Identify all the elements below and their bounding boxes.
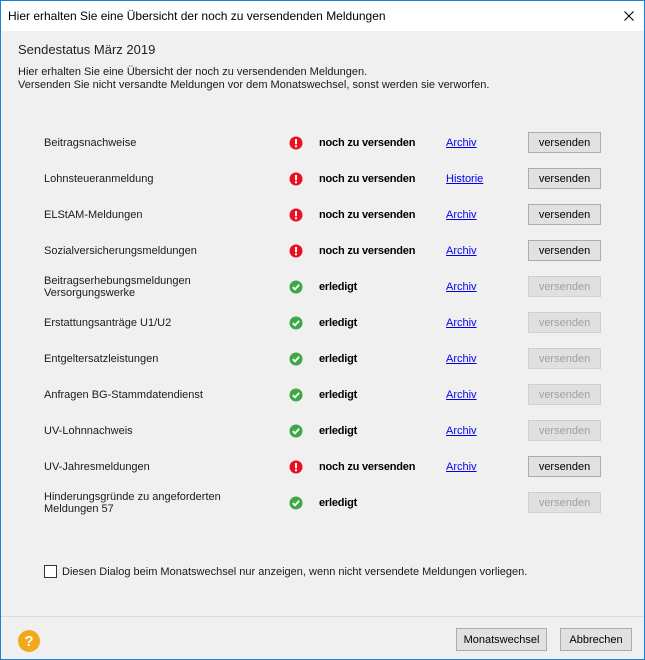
error-icon	[289, 136, 303, 150]
row-label: Lohnsteueranmeldung	[44, 173, 154, 185]
status-row: Erstattungsanträge U1/U2 erledigt Archiv ve…	[1, 308, 644, 338]
send-button: versenden	[528, 348, 601, 369]
check-icon	[289, 280, 303, 294]
error-icon	[289, 460, 303, 474]
status-row: Beitragserhebungsmeldungen Versorgungswe…	[1, 272, 644, 302]
status-row: Sozialversicherungsmeldungen noch zu vers…	[1, 236, 644, 266]
row-link[interactable]: Archiv	[446, 308, 477, 338]
status-text: erledigt	[319, 389, 358, 401]
status-row: Entgeltersatzleistungen erledigt Archiv ver…	[1, 344, 644, 374]
row-link[interactable]: Archiv	[446, 128, 477, 158]
close-button[interactable]	[614, 1, 644, 31]
row-label: Sozialversicherungsmeldungen	[44, 245, 197, 257]
intro-text: Hier erhalten Sie eine Übersicht der noc…	[18, 66, 489, 92]
row-label: Anfragen BG-Stammdatendienst	[44, 389, 203, 401]
row-link[interactable]: Archiv	[446, 452, 477, 482]
cancel-button[interactable]: Abbrechen	[560, 628, 632, 651]
status-row: ELStAM-Meldungen noch zu versenden Archiv v…	[1, 200, 644, 230]
row-label: UV-Jahresmeldungen	[44, 461, 150, 473]
row-link[interactable]: Archiv	[446, 272, 477, 302]
monatswechsel-button[interactable]: Monatswechsel	[456, 628, 547, 651]
error-icon	[289, 172, 303, 186]
page-title: Sendestatus März 2019	[18, 42, 156, 57]
status-text: erledigt	[319, 353, 358, 365]
close-icon	[624, 11, 634, 21]
status-row: UV-Lohnnachweis erledigt Archiv versenden	[1, 416, 644, 446]
monthly-dialog-option[interactable]: Diesen Dialog beim Monatswechsel nur anz…	[44, 564, 527, 579]
row-label: Beitragserhebungsmeldungen Versorgungswe…	[44, 275, 191, 299]
status-text: erledigt	[319, 425, 358, 437]
status-text: noch zu versenden	[319, 245, 416, 257]
row-link[interactable]: Historie	[446, 164, 483, 194]
row-link[interactable]: Archiv	[446, 344, 477, 374]
status-text: noch zu versenden	[319, 461, 416, 473]
row-link[interactable]: Archiv	[446, 200, 477, 230]
check-icon	[289, 316, 303, 330]
send-button[interactable]: versenden	[528, 168, 601, 189]
intro-line-2: Versenden Sie nicht versandte Meldungen …	[18, 79, 490, 91]
status-row: Beitragsnachweise noch zu versenden Archiv…	[1, 128, 644, 158]
check-icon	[289, 424, 303, 438]
monthly-dialog-checkbox-label: Diesen Dialog beim Monatswechsel nur anz…	[62, 565, 528, 578]
intro-line-1: Hier erhalten Sie eine Übersicht der noc…	[18, 66, 368, 78]
row-label: Entgeltersatzleistungen	[44, 353, 159, 365]
status-text: noch zu versenden	[319, 173, 416, 185]
check-icon	[289, 352, 303, 366]
send-button[interactable]: versenden	[528, 240, 601, 261]
status-text: noch zu versenden	[319, 137, 416, 149]
check-icon	[289, 496, 303, 510]
send-button: versenden	[528, 312, 601, 333]
row-link[interactable]: Archiv	[446, 236, 477, 266]
status-text: noch zu versenden	[319, 209, 416, 221]
svg-text:?: ?	[24, 633, 33, 650]
status-text: erledigt	[319, 497, 358, 509]
help-icon[interactable]: ?	[18, 630, 40, 652]
status-row: UV-Jahresmeldungen noch zu versenden Archi…	[1, 452, 644, 482]
row-label: ELStAM-Meldungen	[44, 209, 143, 221]
dialog-window: Hier erhalten Sie eine Übersicht der noc…	[0, 0, 645, 660]
send-button: versenden	[528, 420, 601, 441]
status-text: erledigt	[319, 317, 358, 329]
row-label: Beitragsnachweise	[44, 137, 137, 149]
error-icon	[289, 208, 303, 222]
dialog-body: Sendestatus März 2019 Hier erhalten Sie …	[1, 31, 644, 616]
send-button: versenden	[528, 276, 601, 297]
status-row: Lohnsteueranmeldung noch zu versenden Hist…	[1, 164, 644, 194]
row-label: UV-Lohnnachweis	[44, 425, 133, 437]
dialog-footer: ? Monatswechsel Abbrechen	[1, 616, 644, 659]
send-button: versenden	[528, 492, 601, 513]
send-button[interactable]: versenden	[528, 456, 601, 477]
status-text: erledigt	[319, 281, 358, 293]
title-bar: Hier erhalten Sie eine Übersicht der noc…	[1, 1, 644, 31]
window-title: Hier erhalten Sie eine Übersicht der noc…	[8, 9, 386, 23]
row-link[interactable]: Archiv	[446, 416, 477, 446]
monthly-dialog-checkbox[interactable]	[44, 565, 57, 578]
send-button: versenden	[528, 384, 601, 405]
check-icon	[289, 388, 303, 402]
row-link[interactable]: Archiv	[446, 380, 477, 410]
status-row: Hinderungsgründe zu angeforderten Meldun…	[1, 488, 644, 518]
row-label: Erstattungsanträge U1/U2	[44, 317, 172, 329]
status-row: Anfragen BG-Stammdatendienst erledigt Arch…	[1, 380, 644, 410]
send-button[interactable]: versenden	[528, 132, 601, 153]
error-icon	[289, 244, 303, 258]
send-button[interactable]: versenden	[528, 204, 601, 225]
row-label: Hinderungsgründe zu angeforderten Meldun…	[44, 491, 221, 515]
